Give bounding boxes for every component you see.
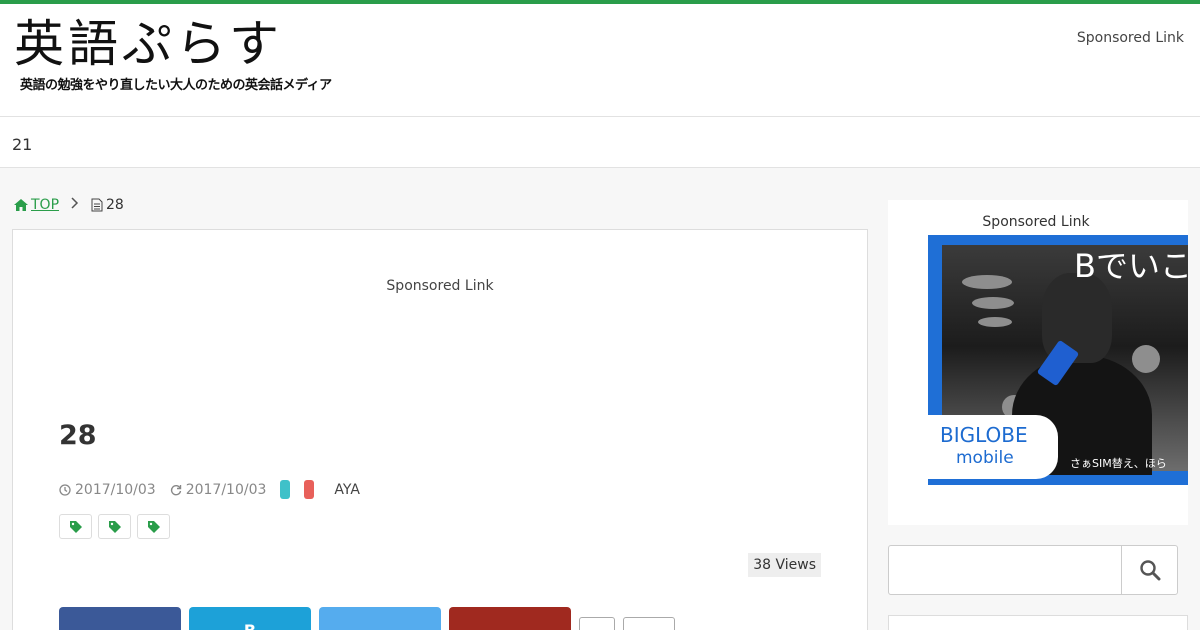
sub-bar-text: 21 [12,135,33,154]
search-icon [1139,560,1160,581]
chevron-right-icon [71,197,79,213]
clock-icon [59,483,71,496]
author-name[interactable]: AYA [334,482,360,498]
twitter-share-button[interactable] [319,607,441,630]
sub-bar: 21 [0,117,1200,168]
search-input[interactable] [889,546,1121,594]
facebook-share-button[interactable] [59,607,181,630]
sidebar-ad-widget: Sponsored Link Bでいこ BIGLOBE mobile さぁSIM… [888,200,1188,525]
category-badge-teal[interactable] [280,480,291,499]
search-button[interactable] [1121,546,1177,594]
ad-logo: BIGLOBE [940,423,1028,447]
sidebar-widget [888,615,1188,630]
ad-headline: Bでいこ [1074,247,1188,285]
tag-icon [147,520,160,533]
ad-decor-disc [962,275,1012,289]
breadcrumb-home-link[interactable]: TOP [14,197,59,213]
article-meta: 2017/10/03 2017/10/03 AYA [59,480,360,499]
share-buttons: B [59,607,675,630]
sidebar-sponsor-label: Sponsored Link [982,214,1090,230]
tag-list [59,514,170,539]
share-count-box[interactable] [623,617,675,630]
ad-decor-sphere [1132,345,1160,373]
ad-decor-disc [978,317,1012,327]
breadcrumb: TOP 28 [14,197,124,213]
biglobe-ad-banner[interactable]: Bでいこ BIGLOBE mobile さぁSIM替え、ほら [928,235,1188,485]
article-title: 28 [59,420,97,451]
tag-icon [69,520,82,533]
updated-date: 2017/10/03 [170,481,267,498]
ad-decor-disc [972,297,1014,309]
tag-icon [108,520,121,533]
updated-date-text: 2017/10/03 [185,481,267,498]
tag-item[interactable] [137,514,170,539]
hatena-share-button[interactable]: B [189,607,311,630]
breadcrumb-current-label: 28 [106,197,124,213]
category-badge-red[interactable] [304,480,315,499]
home-icon [14,199,28,211]
published-date: 2017/10/03 [59,482,156,498]
published-date-text: 2017/10/03 [75,481,156,498]
document-icon [91,198,103,212]
refresh-icon [170,484,181,495]
breadcrumb-current: 28 [91,197,124,213]
ad-logo-sub: mobile [956,448,1014,468]
site-header: 英語ぷらす 英語の勉強をやり直したい大人のための英会話メディア Sponsore… [0,4,1200,117]
article-sponsor-label: Sponsored Link [386,278,494,294]
share-count-box[interactable] [579,617,615,630]
tag-item[interactable] [98,514,131,539]
site-tagline: 英語の勉強をやり直したい大人のための英会話メディア [20,78,332,93]
tag-item[interactable] [59,514,92,539]
search-box [888,545,1178,595]
view-count: 38 Views [748,553,821,577]
site-logo[interactable]: 英語ぷらす [14,14,283,74]
header-sponsor-label: Sponsored Link [1076,30,1184,46]
pocket-share-button[interactable] [449,607,571,630]
article-card: Sponsored Link 28 2017/10/03 2017/10/03 … [12,229,868,630]
ad-tagline: さぁSIM替え、ほら [1070,457,1167,470]
breadcrumb-home-label: TOP [31,197,60,213]
